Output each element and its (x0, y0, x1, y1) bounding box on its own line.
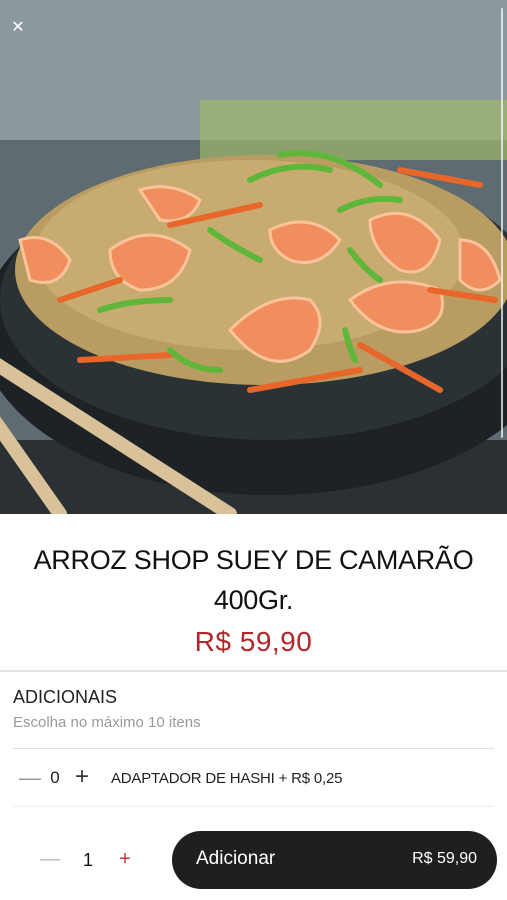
addon-label: ADAPTADOR DE HASHI + R$ 0,25 (111, 770, 343, 787)
divider (13, 748, 494, 749)
product-title: ARROZ SHOP SUEY DE CAMARÃO 400Gr. (33, 545, 474, 615)
close-button[interactable]: ✕ (6, 16, 30, 40)
plus-icon: + (74, 763, 89, 790)
minus-icon: — (40, 848, 60, 870)
addon-item: — 0 + ADAPTADOR DE HASHI + R$ 0,25 (13, 760, 494, 796)
divider (13, 806, 494, 807)
product-image: ✕ (0, 0, 507, 514)
addon-quantity: 0 (50, 768, 60, 787)
quantity-decrease-button[interactable]: — (40, 846, 60, 872)
food-illustration (0, 0, 507, 514)
addons-title: ADICIONAIS (13, 687, 118, 707)
minus-icon: — (19, 765, 41, 790)
quantity-increase-button[interactable]: + (114, 846, 136, 872)
scroll-indicator (501, 8, 503, 438)
add-to-cart-button[interactable]: Adicionar R$ 59,90 (172, 831, 497, 889)
addon-decrease-button[interactable]: — (19, 765, 41, 790)
close-icon: ✕ (11, 19, 25, 36)
addon-increase-button[interactable]: + (71, 764, 93, 790)
plus-icon: + (119, 848, 131, 870)
add-button-price: R$ 59,90 (412, 850, 477, 867)
product-price: R$ 59,90 (194, 626, 313, 657)
addons-subtitle: Escolha no máximo 10 itens (13, 714, 201, 731)
divider (0, 670, 507, 672)
quantity-value: 1 (82, 850, 93, 870)
add-button-label: Adicionar (196, 848, 276, 869)
